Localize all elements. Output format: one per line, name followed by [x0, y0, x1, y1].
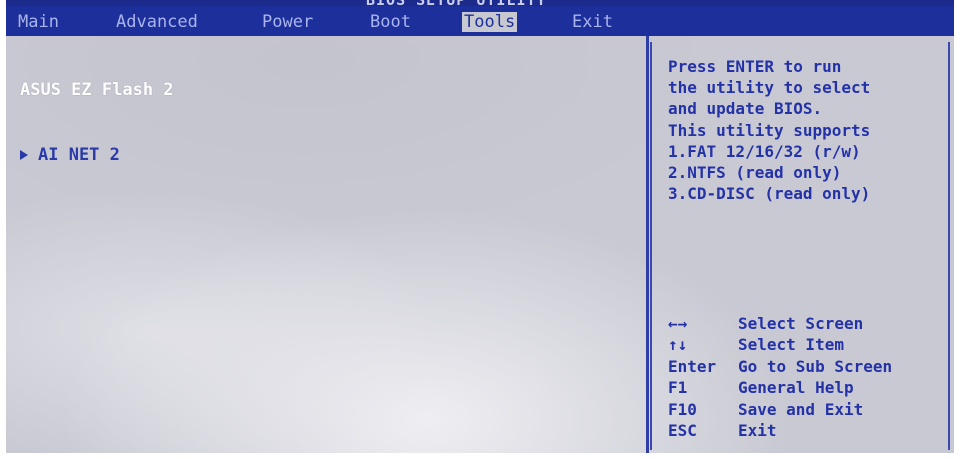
submenu-arrow-icon	[20, 150, 28, 160]
key-description: Exit	[738, 421, 777, 440]
help-line: 3.CD-DISC (read only)	[668, 184, 871, 203]
key-hint-row: ←→ Select Screen	[668, 314, 948, 334]
key-hint-row: ↑↓ Select Item	[668, 335, 948, 355]
bios-screen: BIOS SETUP UTILITY Main Advanced Power B…	[6, 0, 954, 453]
key-description: Select Item	[738, 335, 844, 354]
key-hint-row: F1 General Help	[668, 378, 948, 398]
key-left-right-arrows-icon: ←→	[668, 314, 688, 333]
help-line: the utility to select	[668, 78, 871, 97]
tab-main[interactable]: Main	[18, 13, 59, 31]
key-esc: ESC	[668, 421, 697, 440]
key-hint-row: ESC Exit	[668, 421, 948, 441]
key-enter: Enter	[668, 357, 717, 376]
option-ai-net-2[interactable]: AI NET 2	[20, 145, 120, 165]
menu-bar: Main Advanced Power Boot Tools Exit	[6, 6, 954, 36]
key-description: Go to Sub Screen	[738, 357, 893, 376]
tab-advanced[interactable]: Advanced	[116, 13, 198, 31]
key-hint-row: Enter Go to Sub Screen	[668, 357, 948, 377]
key-description: General Help	[738, 378, 854, 397]
help-line: 2.NTFS (read only)	[668, 163, 842, 182]
help-line: Press ENTER to run	[668, 57, 842, 76]
tab-power[interactable]: Power	[262, 13, 313, 31]
tab-exit[interactable]: Exit	[572, 13, 613, 31]
option-ai-net-2-label: AI NET 2	[38, 145, 120, 165]
key-up-down-arrows-icon: ↑↓	[668, 335, 688, 354]
help-line: and update BIOS.	[668, 99, 823, 118]
key-hint-row: F10 Save and Exit	[668, 400, 948, 420]
key-description: Save and Exit	[738, 400, 864, 419]
key-f1: F1	[668, 378, 688, 397]
help-line: 1.FAT 12/16/32 (r/w)	[668, 142, 861, 161]
key-f10: F10	[668, 400, 697, 419]
tab-tools[interactable]: Tools	[462, 12, 518, 32]
option-asus-ez-flash-2[interactable]: ASUS EZ Flash 2	[20, 80, 174, 100]
key-description: Select Screen	[738, 314, 864, 333]
tab-boot[interactable]: Boot	[370, 13, 411, 31]
help-line: This utility supports	[668, 121, 871, 140]
